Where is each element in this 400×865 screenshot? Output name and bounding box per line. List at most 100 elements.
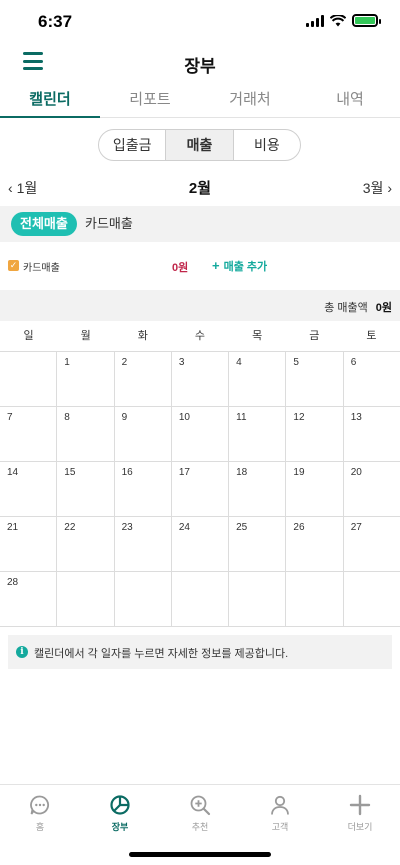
calendar-day[interactable]: 26 <box>286 517 344 571</box>
chevron-right-icon: › <box>387 180 392 196</box>
tab-history[interactable]: 내역 <box>300 80 400 117</box>
calendar-day[interactable]: 3 <box>172 352 230 406</box>
calendar-day[interactable]: 16 <box>115 462 172 516</box>
weekday-header: 일 월 화 수 목 금 토 <box>0 321 400 352</box>
app-header: 장부 <box>0 44 400 80</box>
calendar-day[interactable]: 22 <box>57 517 115 571</box>
weekday-tue: 화 <box>137 330 148 342</box>
nav-customers[interactable]: 고객 <box>240 785 320 836</box>
nav-recommend-label: 추천 <box>191 822 209 832</box>
calendar-week: 21 22 23 24 25 26 27 <box>0 517 400 572</box>
calendar-day[interactable]: 1 <box>57 352 115 406</box>
sales-filter-bar: 전체매출 카드매출 <box>0 206 400 242</box>
calendar-day[interactable] <box>57 572 115 626</box>
calendar-day[interactable]: 10 <box>172 407 230 461</box>
calendar-week: 28 <box>0 572 400 627</box>
total-sales: 총 매출액 0원 <box>324 299 392 315</box>
calendar-day[interactable]: 4 <box>229 352 287 406</box>
calendar-day[interactable]: 27 <box>344 517 400 571</box>
next-month-button[interactable]: 3월 › <box>363 178 392 198</box>
battery-icon <box>352 14 381 27</box>
calendar-day[interactable]: 9 <box>115 407 172 461</box>
nav-ledger-label: 장부 <box>111 822 129 832</box>
info-text: 캘린더에서 각 일자를 누르면 자세한 정보를 제공합니다. <box>34 648 289 660</box>
total-sales-bar: 총 매출액 0원 <box>0 290 400 321</box>
card-sales-checkbox[interactable]: ✓ <box>8 260 19 271</box>
calendar-day[interactable] <box>229 572 287 626</box>
calendar-day[interactable]: 11 <box>229 407 287 461</box>
month-navigation: ‹ 1월 2월 3월 › <box>0 172 400 200</box>
total-sales-value: 0원 <box>375 302 392 314</box>
home-indicator[interactable] <box>129 852 271 857</box>
calendar-day[interactable] <box>172 572 230 626</box>
weekday-fri: 금 <box>309 330 320 342</box>
pie-chart-icon <box>110 795 130 815</box>
calendar-day[interactable] <box>0 352 58 406</box>
status-bar: 6:37 <box>0 0 400 44</box>
weekday-mon: 월 <box>80 330 91 342</box>
calendar-day[interactable]: 8 <box>57 407 115 461</box>
nav-ledger[interactable]: 장부 <box>80 785 160 836</box>
calendar-day[interactable]: 23 <box>115 517 172 571</box>
plus-icon <box>349 794 371 816</box>
plus-icon: + <box>212 258 220 273</box>
segment-deposit-withdrawal[interactable]: 입출금 <box>99 130 165 160</box>
zoom-plus-icon <box>190 795 211 816</box>
calendar-grid: 1 2 3 4 5 6 7 8 9 10 11 12 13 14 15 16 1… <box>0 352 400 627</box>
calendar-day[interactable]: 25 <box>229 517 287 571</box>
weekday-thu: 목 <box>252 330 263 342</box>
weekday-sun: 일 <box>23 330 34 342</box>
add-sales-label: 매출 추가 <box>223 261 268 273</box>
segment-sales[interactable]: 매출 <box>165 130 234 160</box>
calendar-week: 7 8 9 10 11 12 13 <box>0 407 400 462</box>
nav-recommend[interactable]: 추천 <box>160 785 240 836</box>
wifi-icon <box>330 14 346 26</box>
filter-card-sales[interactable]: 카드매출 <box>85 212 133 236</box>
next-month-label: 3월 <box>362 180 384 196</box>
card-sales-amount: 0원 <box>172 262 189 274</box>
calendar-day[interactable]: 17 <box>172 462 230 516</box>
cellular-signal-icon <box>306 14 324 27</box>
calendar-day[interactable]: 28 <box>0 572 58 626</box>
filter-all-sales[interactable]: 전체매출 <box>11 212 77 236</box>
chat-bubble-icon <box>30 795 49 815</box>
calendar-day[interactable]: 24 <box>172 517 230 571</box>
calendar-day[interactable] <box>115 572 172 626</box>
nav-customers-label: 고객 <box>271 822 289 832</box>
calendar-day[interactable]: 18 <box>229 462 287 516</box>
calendar-week: 1 2 3 4 5 6 <box>0 352 400 407</box>
calendar-day[interactable]: 13 <box>344 407 400 461</box>
calendar-day[interactable]: 14 <box>0 462 58 516</box>
bottom-navigation: 홈 장부 추천 고객 더보기 <box>0 784 400 836</box>
calendar-day[interactable]: 20 <box>344 462 400 516</box>
calendar-week: 14 15 16 17 18 19 20 <box>0 462 400 517</box>
calendar-day[interactable] <box>344 572 400 626</box>
calendar-day[interactable]: 2 <box>115 352 172 406</box>
status-time: 6:37 <box>38 12 73 31</box>
segment-expenses[interactable]: 비용 <box>234 130 300 160</box>
total-sales-label: 총 매출액 <box>324 302 368 314</box>
calendar-day[interactable]: 12 <box>286 407 344 461</box>
tab-calendar[interactable]: 캘린더 <box>0 80 100 118</box>
info-icon: i <box>16 646 28 658</box>
nav-home[interactable]: 홈 <box>0 785 80 836</box>
card-sales-row: ✓ 카드매출 0원 + 매출 추가 <box>0 252 400 280</box>
segment-control: 입출금 매출 비용 <box>98 129 301 161</box>
weekday-wed: 수 <box>194 330 206 342</box>
tab-report[interactable]: 리포트 <box>100 80 200 117</box>
calendar-day[interactable]: 15 <box>57 462 115 516</box>
weekday-sat: 토 <box>366 330 377 342</box>
calendar-day[interactable]: 7 <box>0 407 58 461</box>
card-sales-label: 카드매출 <box>23 263 60 274</box>
nav-more[interactable]: 더보기 <box>320 785 400 836</box>
add-sales-button[interactable]: + 매출 추가 <box>212 258 267 274</box>
calendar-day[interactable]: 21 <box>0 517 58 571</box>
calendar-info-box: i 캘린더에서 각 일자를 누르면 자세한 정보를 제공합니다. <box>8 635 392 669</box>
tab-clients[interactable]: 거래처 <box>200 80 300 117</box>
person-icon <box>271 795 289 815</box>
calendar-day[interactable] <box>286 572 344 626</box>
calendar-day[interactable]: 19 <box>286 462 344 516</box>
ledger-tabs: 캘린더 리포트 거래처 내역 <box>0 80 400 118</box>
calendar-day[interactable]: 5 <box>286 352 344 406</box>
calendar-day[interactable]: 6 <box>344 352 400 406</box>
